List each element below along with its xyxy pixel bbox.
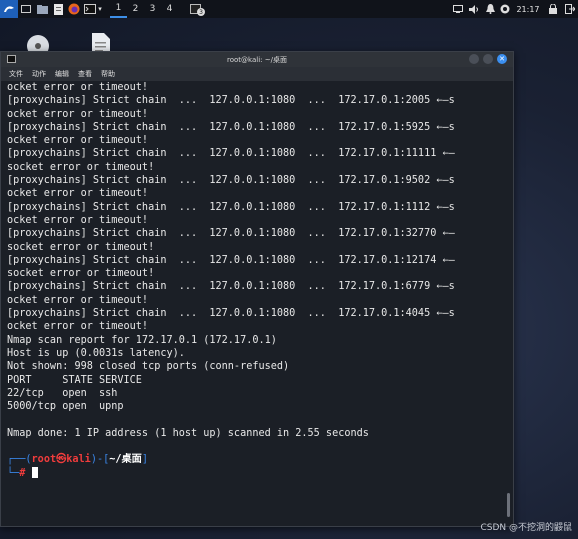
maximize-button[interactable] [483,54,493,64]
terminal-text: ocket error or timeout! [proxychains] Str… [1,81,513,453]
show-desktop-icon[interactable] [18,0,34,18]
close-button[interactable]: ✕ [497,54,507,64]
terminal-line: Nmap done: 1 IP address (1 host up) scan… [7,427,369,439]
menu-edit[interactable]: 编辑 [55,69,69,79]
terminal-line: 22/tcp open ssh [7,387,118,399]
minimize-button[interactable] [469,54,479,64]
workspace-2[interactable]: 2 [127,0,144,18]
terminal-line: socket error or timeout! [7,161,155,173]
menu-view[interactable]: 查看 [78,69,92,79]
terminal-line: [proxychains] Strict chain ... 127.0.0.1… [7,121,455,133]
text-editor-icon[interactable] [50,0,66,18]
window-icon [7,55,16,65]
terminal-line: Not shown: 998 closed tcp ports (conn-re… [7,361,290,373]
terminal-line: ocket error or timeout! [7,294,149,306]
window-titlebar[interactable]: root@kali: ~/桌面 ✕ [1,52,513,67]
workspace-4[interactable]: 4 [161,0,178,18]
terminal-line: ocket error or timeout! [7,108,149,120]
prompt-second-prefix: └─ [7,467,20,479]
terminal-prompt[interactable]: ┌──(root㉿kali)-[~/桌面] └─# [1,453,513,480]
prompt-open: ┌──( [7,454,32,466]
terminal-line: ocket error or timeout! [7,82,149,93]
terminal-line: ocket error or timeout! [7,321,149,333]
scrollbar[interactable] [507,493,510,517]
terminal-line: 5000/tcp open upnp [7,401,124,413]
terminal-line: Host is up (0.0031s latency). [7,347,185,359]
terminal-line: [proxychains] Strict chain ... 127.0.0.1… [7,254,455,266]
terminal-line: [proxychains] Strict chain ... 127.0.0.1… [7,201,455,213]
terminal-line: PORT STATE SERVICE [7,374,142,386]
logout-icon[interactable] [562,0,578,18]
terminal-icon[interactable]: ▾ [82,0,104,18]
text-cursor [31,466,38,478]
workspace-1[interactable]: 1 [110,0,127,18]
file-manager-icon[interactable] [34,0,50,18]
notification-icon[interactable] [450,0,466,18]
menu-bar: 文件 动作 编辑 查看 帮助 [1,67,513,81]
bell-icon[interactable] [482,0,498,18]
prompt-close: ] [141,454,149,466]
terminal-line: ocket error or timeout! [7,188,149,200]
terminal-line: [proxychains] Strict chain ... 127.0.0.1… [7,175,455,187]
firefox-icon[interactable] [66,0,82,18]
top-panel: ▾ 1 2 3 4 3 21:17 [0,0,578,18]
volume-icon[interactable] [466,0,482,18]
watermark: CSDN @不挖洞的鼹鼠 [480,523,572,533]
terminal-line: [proxychains] Strict chain ... 127.0.0.1… [7,308,455,320]
terminal-line: [proxychains] Strict chain ... 127.0.0.1… [7,281,455,293]
terminal-line: Nmap scan report for 172.17.0.1 (172.17.… [7,334,277,346]
prompt-hash: # [19,467,26,479]
terminal-window[interactable]: root@kali: ~/桌面 ✕ 文件 动作 编辑 查看 帮助 ocket e… [0,51,514,527]
prompt-mid: )-[ [90,454,110,466]
terminal-line: ocket error or timeout! [7,214,149,226]
close-icon: ✕ [499,55,505,63]
lock-icon[interactable] [544,0,562,18]
terminal-line: socket error or timeout! [7,268,155,280]
prompt-user: root㉿kali [31,454,91,466]
terminal-line: ocket error or timeout! [7,135,149,147]
menu-help[interactable]: 帮助 [101,69,115,79]
taskbar-terminal-button[interactable]: 3 [184,0,206,18]
terminal-line: [proxychains] Strict chain ... 127.0.0.1… [7,95,455,107]
terminal-line: [proxychains] Strict chain ... 127.0.0.1… [7,228,455,240]
workspace-3[interactable]: 3 [144,0,161,18]
menu-file[interactable]: 文件 [9,69,23,79]
terminal-line: socket error or timeout! [7,241,155,253]
terminal-line: [proxychains] Strict chain ... 127.0.0.1… [7,148,455,160]
task-count-badge: 3 [197,8,205,16]
prompt-path: ~/桌面 [109,454,142,466]
clock[interactable]: 21:17 [512,0,544,18]
window-title: root@kali: ~/桌面 [227,55,287,64]
kali-menu-icon[interactable] [0,0,18,18]
chevron-down-icon[interactable]: ▾ [98,5,102,13]
menu-action[interactable]: 动作 [32,69,46,79]
power-icon[interactable] [498,0,512,18]
terminal-output[interactable]: ocket error or timeout! [proxychains] Str… [1,81,513,526]
